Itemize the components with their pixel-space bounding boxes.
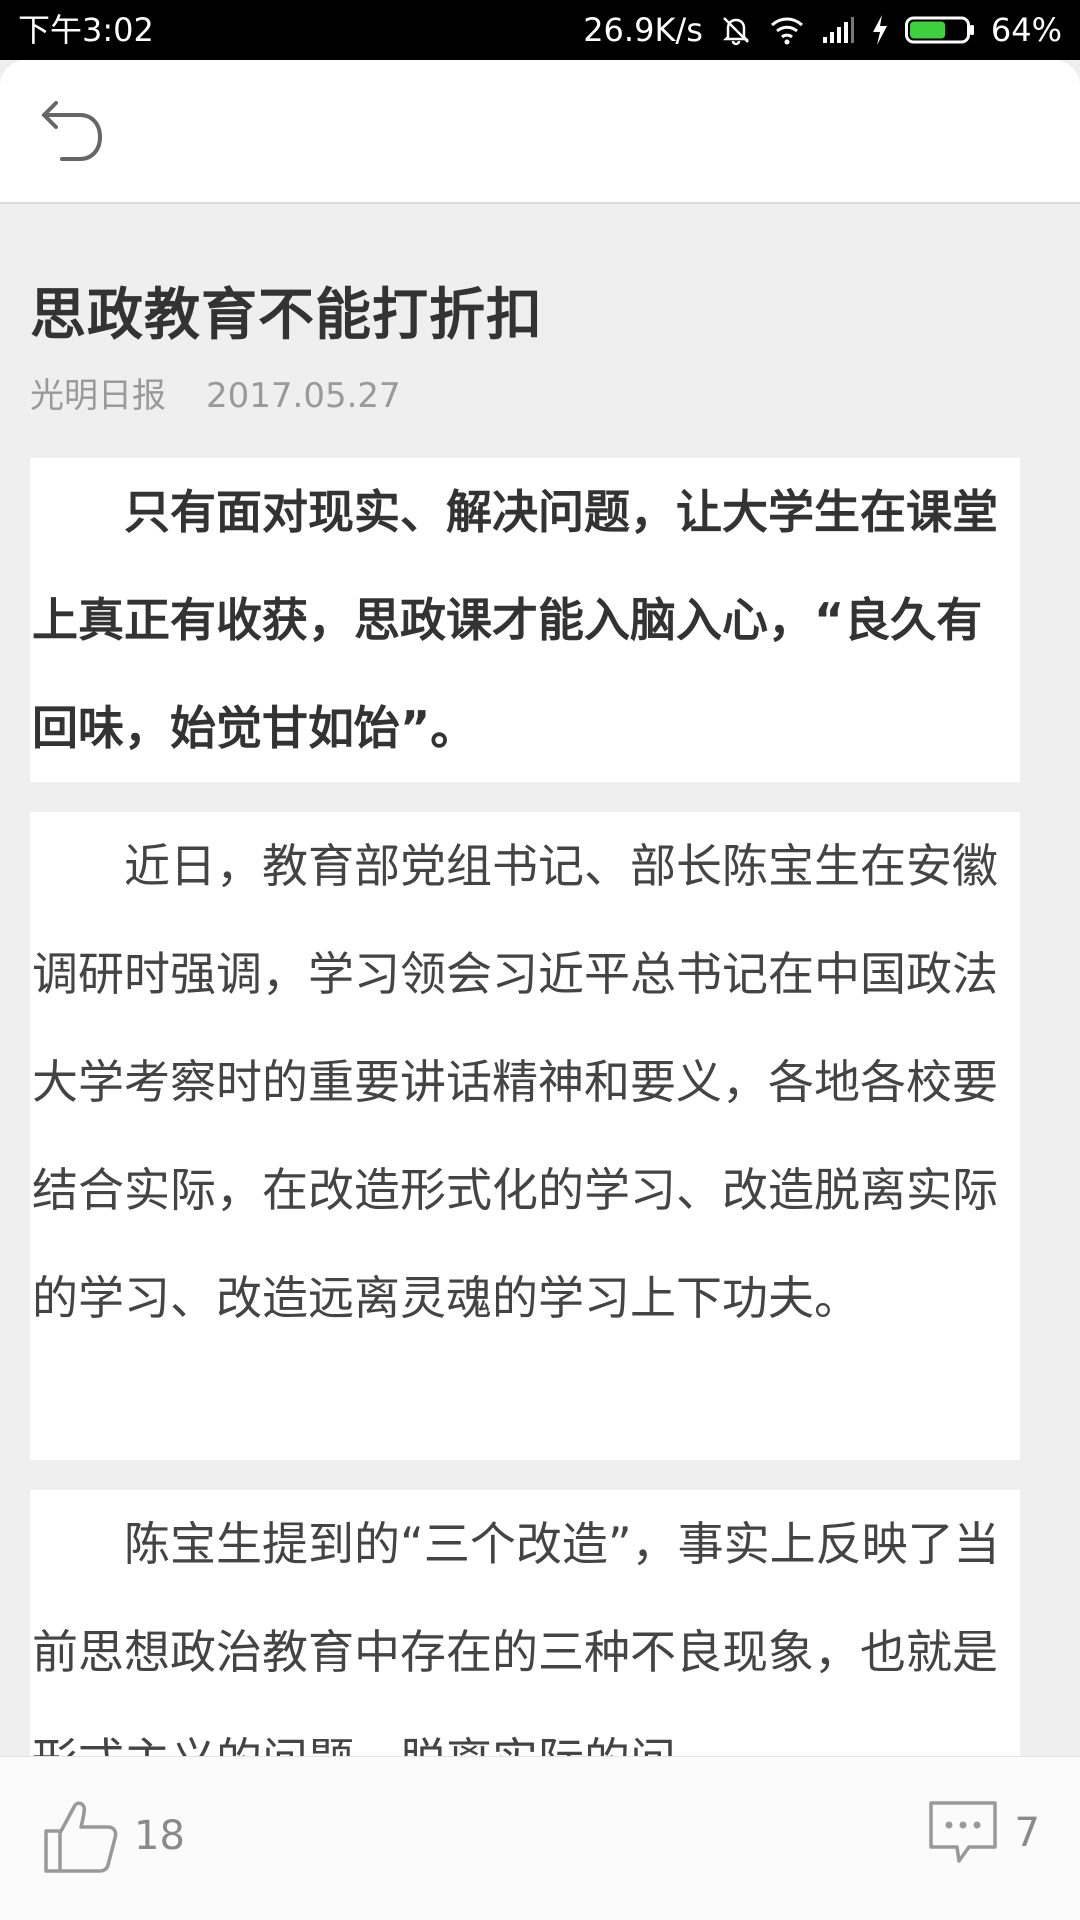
signal-icon [821, 15, 855, 45]
article-title: 思政教育不能打折扣 [30, 283, 543, 348]
like-count: 18 [134, 1813, 185, 1859]
like-button[interactable]: 18 [42, 1797, 185, 1875]
body-paragraph: 近日，教育部党组书记、部长陈宝生在安徽调研时强调，学习领会习近平总书记在中国政法… [30, 812, 1020, 1460]
article-source: 光明日报 [30, 376, 166, 416]
status-right-group: 26.9K/s 64% [583, 8, 1062, 52]
bottom-action-bar: 18 7 [0, 1756, 1080, 1920]
network-speed: 26.9K/s [583, 11, 703, 49]
comment-button[interactable]: 7 [925, 1797, 1040, 1869]
back-button[interactable] [30, 90, 114, 174]
status-time: 下午3:02 [18, 11, 154, 49]
battery-icon [904, 15, 975, 45]
article-meta: 光明日报 2017.05.27 [30, 368, 401, 417]
status-bar: 下午3:02 26.9K/s 64% [0, 0, 1080, 60]
article-sheet: 思政教育不能打折扣 光明日报 2017.05.27 只有面对现实、解决问题，让大学… [0, 60, 1080, 1920]
comment-icon [928, 1801, 997, 1863]
back-arrow-icon [42, 101, 103, 161]
top-bar [0, 60, 1080, 204]
article-date: 2017.05.27 [206, 376, 401, 416]
comment-count: 7 [1014, 1810, 1040, 1856]
mute-icon [719, 13, 753, 47]
lead-paragraph: 只有面对现实、解决问题，让大学生在课堂上真正有收获，思政课才能入脑入心，“良久有… [30, 458, 1020, 782]
wifi-icon [769, 15, 805, 45]
battery-percent: 64% [990, 11, 1062, 49]
thumbs-up-icon [44, 1801, 118, 1873]
charging-icon [871, 14, 889, 46]
